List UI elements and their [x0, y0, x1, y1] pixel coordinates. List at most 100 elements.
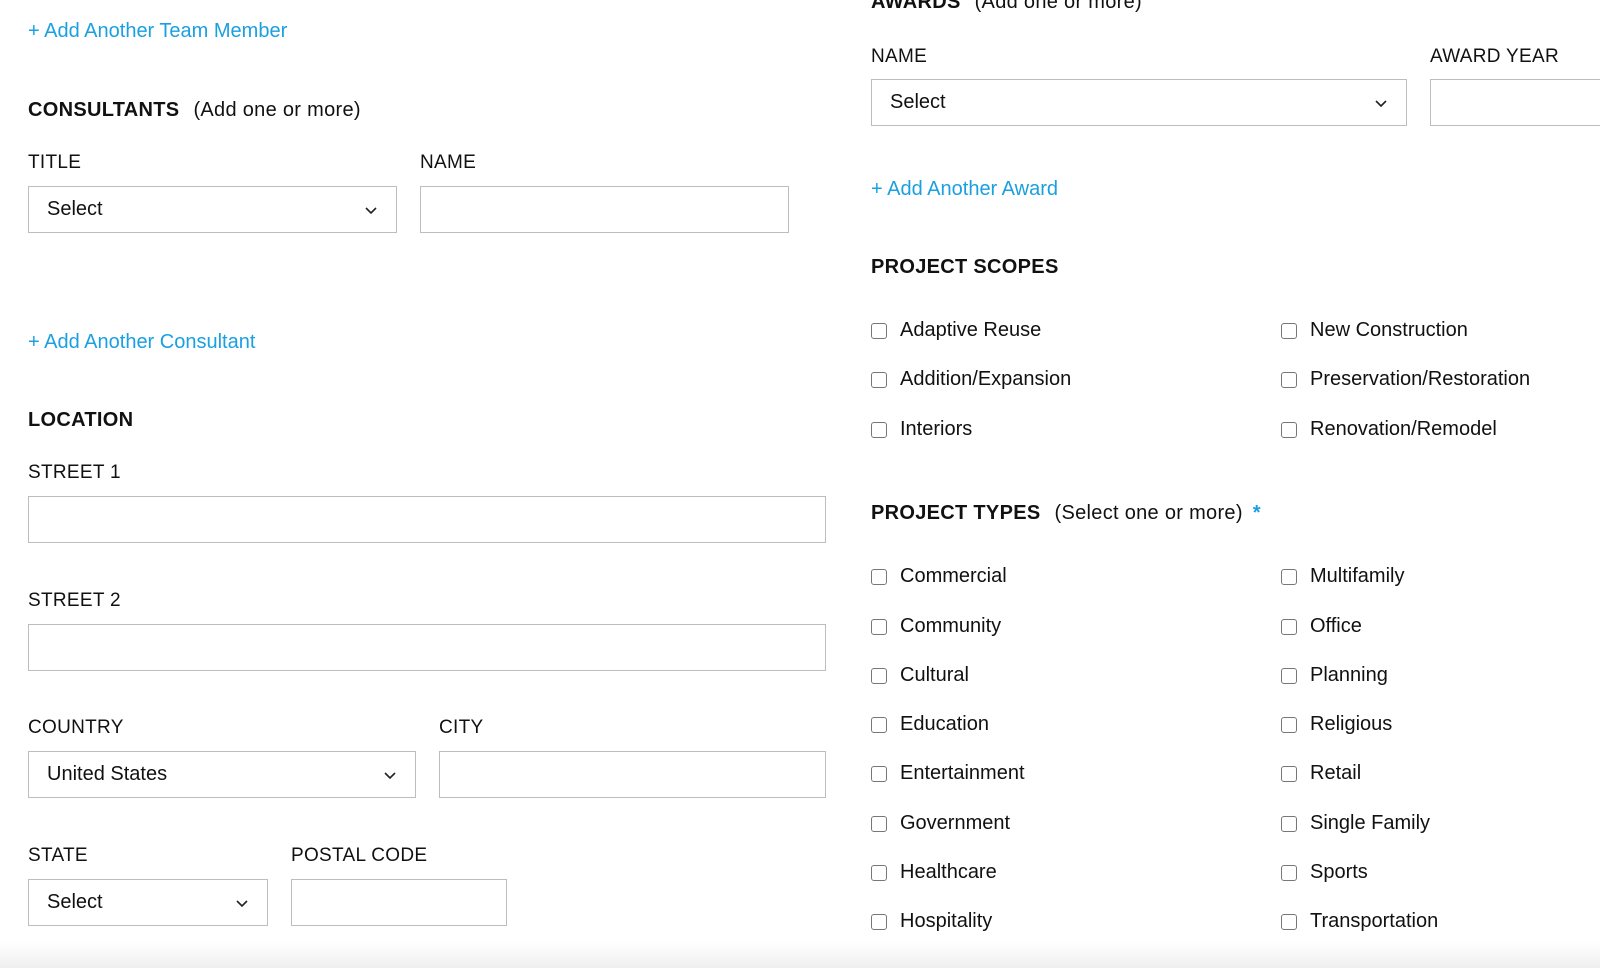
type-checkbox[interactable]: Commercial — [871, 565, 1007, 588]
scope-checkbox[interactable]: Adaptive Reuse — [871, 319, 1041, 342]
consultant-name-label: NAME — [420, 152, 477, 173]
type-checkbox[interactable]: Cultural — [871, 664, 969, 687]
scope-label: Addition/Expansion — [900, 368, 1072, 390]
scope-label: Interiors — [900, 418, 973, 440]
consultant-title-select[interactable]: Select — [28, 186, 397, 233]
checkbox-box[interactable] — [1281, 667, 1297, 684]
street2-input[interactable] — [28, 624, 826, 671]
scope-label: Renovation/Remodel — [1310, 418, 1497, 440]
checkbox-box[interactable] — [1281, 322, 1297, 339]
country-select[interactable]: United States — [28, 751, 416, 798]
scope-checkbox[interactable]: Interiors — [871, 418, 972, 441]
chevron-down-icon — [384, 771, 396, 779]
checkbox-box[interactable] — [1281, 421, 1297, 438]
checkbox-box[interactable] — [871, 322, 887, 339]
checkbox-box[interactable] — [871, 716, 887, 733]
award-year-label: AWARD YEAR — [1430, 46, 1559, 67]
scroll-fade-overlay — [0, 942, 1600, 968]
checkbox-box[interactable] — [871, 815, 887, 832]
checkbox-box[interactable] — [871, 913, 887, 930]
scope-checkbox[interactable]: Preservation/Restoration — [1281, 368, 1530, 391]
add-consultant-link[interactable]: + Add Another Consultant — [28, 331, 255, 354]
checkbox-box[interactable] — [871, 667, 887, 684]
type-checkbox[interactable]: Education — [871, 713, 989, 736]
type-checkbox[interactable]: Retail — [1281, 762, 1361, 785]
type-checkbox[interactable]: Transportation — [1281, 910, 1438, 933]
checkbox-box[interactable] — [1281, 568, 1297, 585]
awards-heading: AWARDS (Add one or more) — [871, 0, 1142, 14]
type-label: Entertainment — [900, 762, 1025, 784]
country-label: COUNTRY — [28, 717, 124, 738]
awards-heading-text: AWARDS — [871, 0, 961, 13]
project-types-hint: (Select one or more) — [1054, 502, 1243, 524]
country-value: United States — [47, 763, 168, 785]
state-value: Select — [47, 891, 103, 913]
add-team-member-link[interactable]: + Add Another Team Member — [28, 20, 287, 43]
chevron-down-icon — [365, 206, 377, 214]
type-checkbox[interactable]: Planning — [1281, 664, 1388, 687]
city-input[interactable] — [439, 751, 826, 798]
type-checkbox[interactable]: Multifamily — [1281, 565, 1404, 588]
postal-code-input[interactable] — [291, 879, 507, 926]
checkbox-box[interactable] — [871, 765, 887, 782]
chevron-down-icon — [236, 899, 248, 907]
checkbox-box[interactable] — [1281, 765, 1297, 782]
checkbox-box[interactable] — [1281, 618, 1297, 635]
award-year-input[interactable] — [1430, 79, 1600, 126]
checkbox-box[interactable] — [1281, 815, 1297, 832]
type-label: Community — [900, 615, 1002, 637]
city-label: CITY — [439, 717, 484, 738]
scope-label: New Construction — [1310, 319, 1468, 341]
checkbox-box[interactable] — [871, 568, 887, 585]
street1-input[interactable] — [28, 496, 826, 543]
type-checkbox[interactable]: Single Family — [1281, 812, 1430, 835]
chevron-down-icon — [1375, 99, 1387, 107]
type-checkbox[interactable]: Entertainment — [871, 762, 1025, 785]
required-marker: * — [1252, 502, 1261, 524]
award-name-value: Select — [890, 91, 946, 113]
scope-label: Preservation/Restoration — [1310, 368, 1531, 390]
scope-checkbox[interactable]: Renovation/Remodel — [1281, 418, 1497, 441]
type-checkbox[interactable]: Religious — [1281, 713, 1392, 736]
award-name-select[interactable]: Select — [871, 79, 1407, 126]
project-types-heading-text: PROJECT TYPES — [871, 502, 1041, 524]
type-checkbox[interactable]: Healthcare — [871, 861, 997, 884]
award-name-label: NAME — [871, 46, 928, 67]
checkbox-box[interactable] — [1281, 864, 1297, 881]
checkbox-box[interactable] — [1281, 716, 1297, 733]
type-label: Office — [1310, 615, 1362, 637]
consultants-hint: (Add one or more) — [193, 99, 361, 121]
checkbox-box[interactable] — [871, 371, 887, 388]
type-label: Healthcare — [900, 861, 997, 883]
type-label: Religious — [1310, 713, 1393, 735]
add-award-link[interactable]: + Add Another Award — [871, 178, 1058, 201]
checkbox-box[interactable] — [871, 864, 887, 881]
scope-label: Adaptive Reuse — [900, 319, 1042, 341]
project-scopes-heading: PROJECT SCOPES — [871, 256, 1059, 278]
checkbox-box[interactable] — [1281, 913, 1297, 930]
scope-checkbox[interactable]: New Construction — [1281, 319, 1468, 342]
type-label: Government — [900, 812, 1011, 834]
type-label: Sports — [1310, 861, 1368, 883]
checkbox-box[interactable] — [871, 421, 887, 438]
type-checkbox[interactable]: Community — [871, 615, 1001, 638]
type-label: Commercial — [900, 565, 1007, 587]
type-label: Multifamily — [1310, 565, 1405, 587]
type-label: Cultural — [900, 664, 969, 686]
scope-checkbox[interactable]: Addition/Expansion — [871, 368, 1071, 391]
type-label: Education — [900, 713, 989, 735]
type-checkbox[interactable]: Government — [871, 812, 1010, 835]
checkbox-box[interactable] — [871, 618, 887, 635]
consultants-heading: CONSULTANTS (Add one or more) — [28, 99, 361, 122]
state-label: STATE — [28, 845, 88, 866]
consultant-name-input[interactable] — [420, 186, 789, 233]
consultant-title-value: Select — [47, 198, 103, 220]
type-label: Transportation — [1310, 910, 1439, 932]
checkbox-box[interactable] — [1281, 371, 1297, 388]
street1-label: STREET 1 — [28, 462, 121, 483]
type-checkbox[interactable]: Hospitality — [871, 910, 992, 933]
state-select[interactable]: Select — [28, 879, 268, 926]
type-checkbox[interactable]: Office — [1281, 615, 1362, 638]
consultants-heading-text: CONSULTANTS — [28, 99, 180, 121]
type-checkbox[interactable]: Sports — [1281, 861, 1368, 884]
